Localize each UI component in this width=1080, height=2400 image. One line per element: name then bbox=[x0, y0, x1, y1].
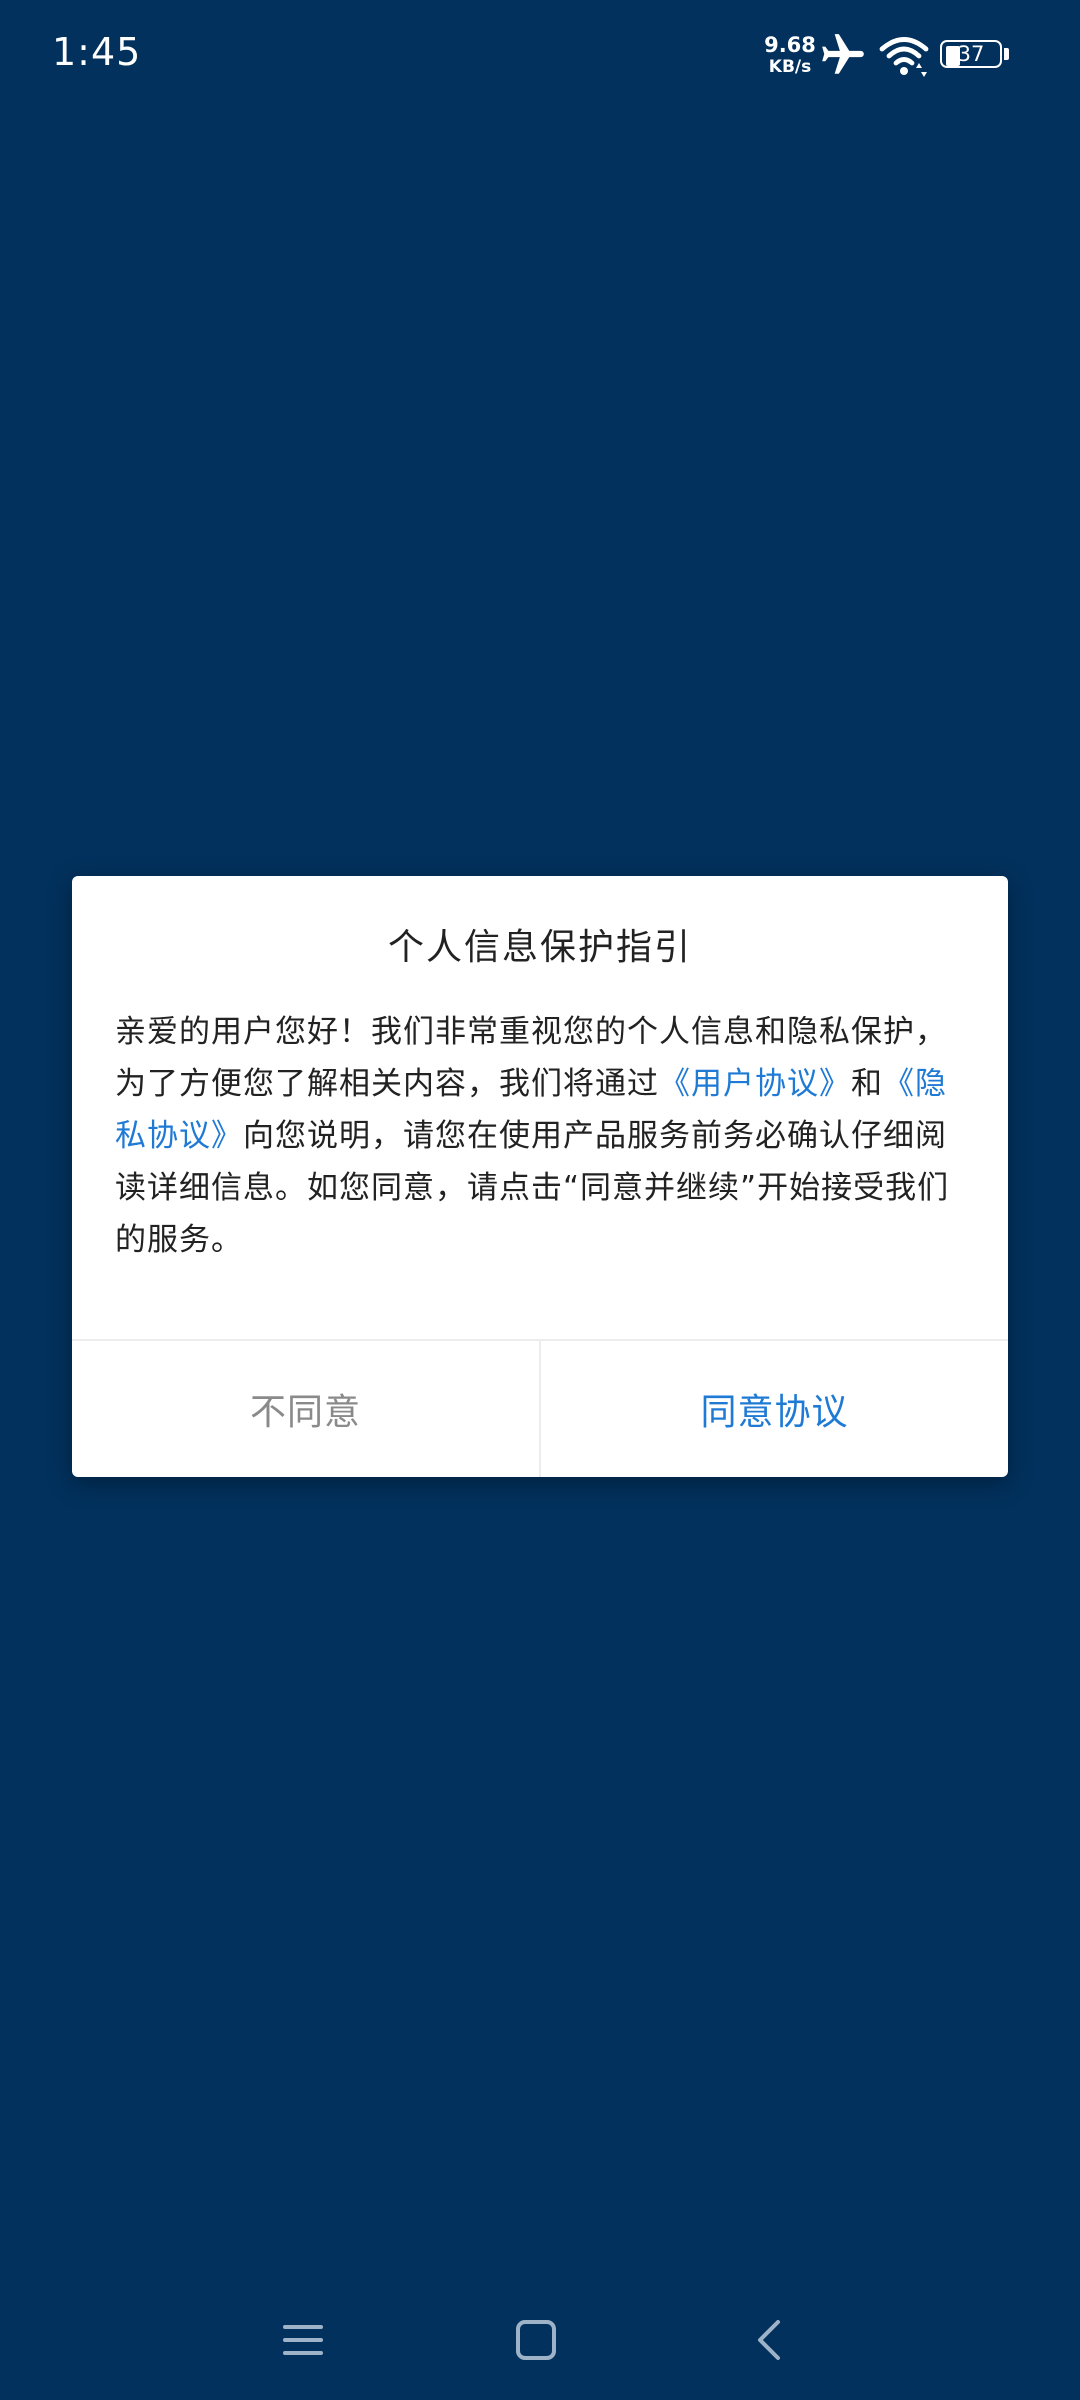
dialog-button-row: 不同意 同意协议 bbox=[72, 1341, 1008, 1477]
navigation-bar bbox=[0, 2270, 1080, 2400]
privacy-dialog: 个人信息保护指引 亲爱的用户您好！我们非常重视您的个人信息和隐私保护，为了方便您… bbox=[72, 876, 1008, 1477]
network-speed: 9.68 KB/s bbox=[764, 34, 816, 78]
dialog-message-text-2: 和 bbox=[851, 1066, 883, 1102]
back-icon[interactable] bbox=[740, 2310, 800, 2370]
dialog-message: 亲爱的用户您好！我们非常重视您的个人信息和隐私保护，为了方便您了解相关内容，我们… bbox=[115, 1006, 967, 1266]
airplane-icon bbox=[822, 34, 864, 74]
agree-button[interactable]: 同意协议 bbox=[541, 1341, 1008, 1477]
status-time: 1:45 bbox=[52, 30, 142, 74]
wifi-icon bbox=[879, 37, 929, 77]
disagree-button[interactable]: 不同意 bbox=[72, 1341, 541, 1477]
status-bar: 1:45 9.68 KB/s 37 bbox=[0, 0, 1080, 110]
dialog-title: 个人信息保护指引 bbox=[387, 927, 692, 968]
user-agreement-link[interactable]: 《用户协议》 bbox=[659, 1066, 851, 1102]
network-speed-unit: KB/s bbox=[768, 57, 812, 77]
menu-icon[interactable] bbox=[273, 2310, 333, 2370]
home-icon[interactable] bbox=[506, 2310, 566, 2370]
battery-level: 37 bbox=[957, 42, 985, 66]
battery-icon: 37 bbox=[940, 40, 1010, 72]
network-speed-value: 9.68 bbox=[764, 33, 816, 57]
